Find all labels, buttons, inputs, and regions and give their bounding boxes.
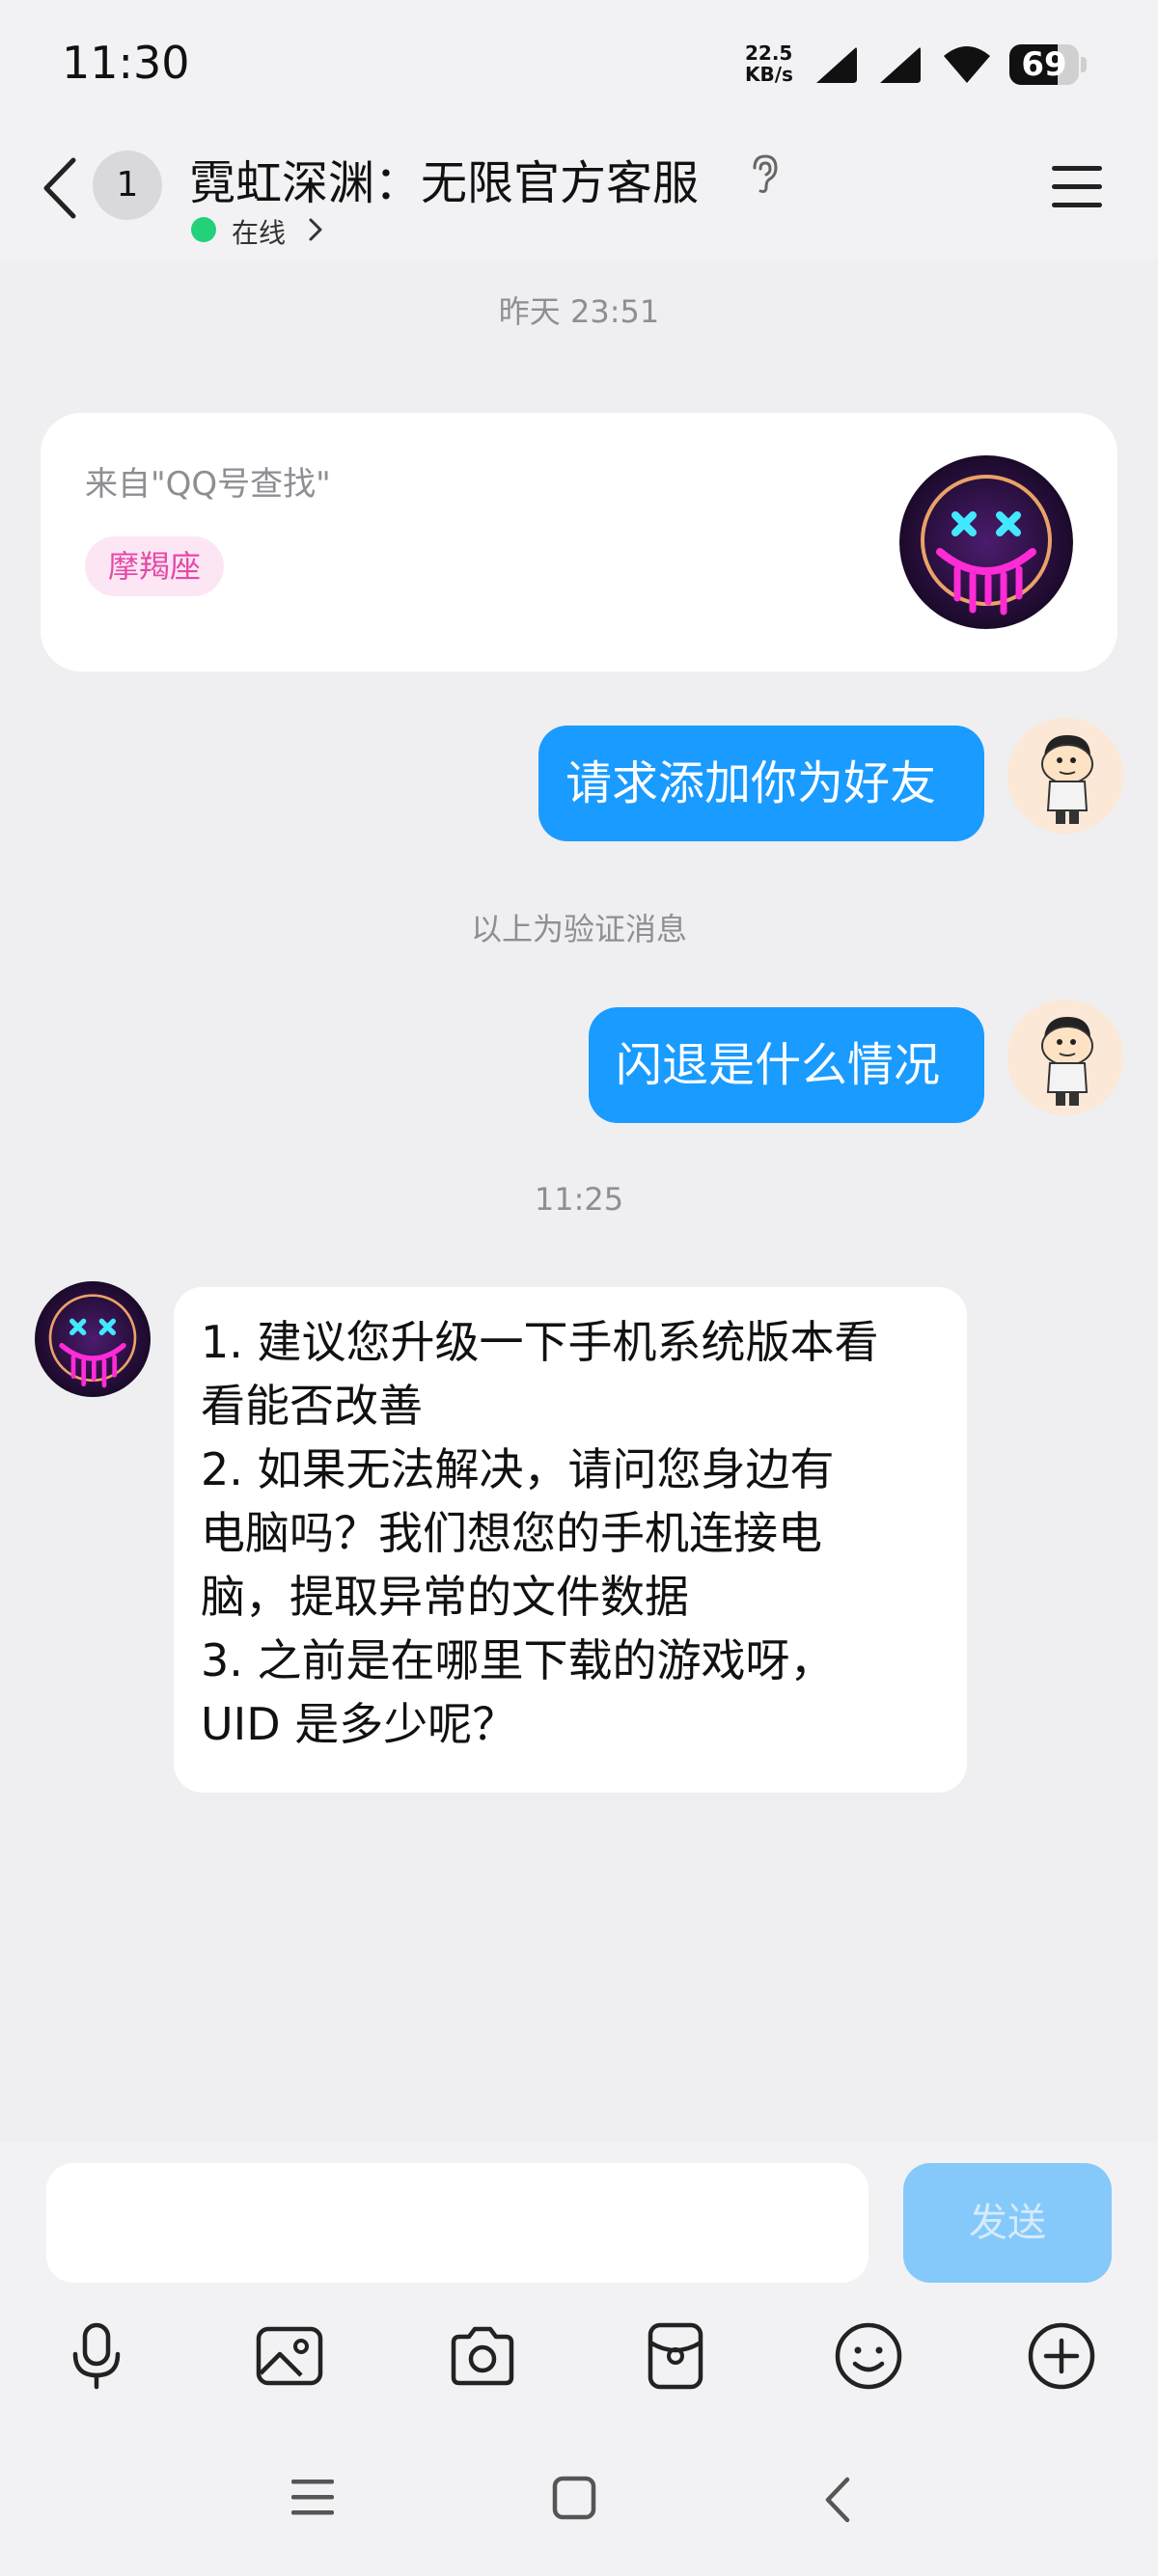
home-icon[interactable] (552, 2476, 596, 2520)
back-arrow-icon[interactable] (39, 154, 81, 222)
status-time: 11:30 (62, 37, 190, 89)
verification-note: 以上为验证消息 (470, 911, 687, 947)
message-line: 2. 如果无法解决，请问您身边有 (201, 1443, 835, 1495)
message-line: 电脑吗？我们想您的手机连接电 (201, 1507, 822, 1559)
signal-icon (880, 47, 921, 83)
chat-title[interactable]: 霓虹深渊：无限官方客服 (189, 145, 699, 212)
network-speed: 22.5 KB/s (745, 42, 805, 85)
incoming-message[interactable]: 1. 建议您升级一下手机系统版本看 看能否改善 2. 如果无法解决，请问您身边有… (174, 1287, 967, 1793)
chevron-right-icon[interactable] (307, 216, 324, 243)
red-packet-icon[interactable] (639, 2319, 712, 2393)
ear-icon (753, 154, 778, 193)
microphone-icon[interactable] (60, 2319, 133, 2393)
contact-avatar[interactable] (899, 455, 1073, 629)
outgoing-message[interactable]: 请求添加你为好友 (538, 726, 984, 841)
image-icon[interactable] (253, 2319, 326, 2393)
message-line: 1. 建议您升级一下手机系统版本看 (201, 1316, 879, 1368)
add-icon[interactable] (1025, 2319, 1098, 2393)
send-button[interactable]: 发送 (903, 2163, 1112, 2283)
my-avatar[interactable] (1007, 718, 1123, 834)
menu-icon[interactable] (1050, 164, 1104, 210)
card-source-text: 来自"QQ号查找" (85, 465, 331, 504)
message-line: UID 是多少呢？ (201, 1698, 517, 1750)
signal-icon (816, 47, 857, 83)
recent-apps-icon[interactable] (290, 2478, 336, 2518)
battery-icon: 69 (1009, 44, 1087, 85)
message-line: 看能否改善 (201, 1380, 423, 1432)
network-speed-unit: KB/s (745, 63, 793, 86)
customer-service-avatar[interactable] (35, 1281, 151, 1397)
unread-count-badge[interactable]: 1 (93, 151, 162, 220)
battery-level: 69 (1021, 45, 1067, 84)
emoji-icon[interactable] (832, 2319, 905, 2393)
message-line: 3. 之前是在哪里下载的游戏呀， (201, 1634, 835, 1686)
online-status-text[interactable]: 在线 (232, 212, 286, 251)
message-input[interactable] (46, 2163, 868, 2283)
zodiac-tag: 摩羯座 (85, 536, 225, 596)
my-avatar[interactable] (1007, 1000, 1123, 1115)
online-status-dot (191, 217, 216, 242)
cartoon-boy-icon (1007, 1000, 1123, 1115)
outgoing-message[interactable]: 闪退是什么情况 (589, 1007, 984, 1123)
timestamp: 11:25 (534, 1181, 624, 1218)
camera-icon[interactable] (446, 2319, 519, 2393)
wifi-icon (944, 46, 990, 83)
back-icon[interactable] (822, 2476, 851, 2524)
network-speed-value: 22.5 (745, 41, 793, 65)
timestamp: 昨天 23:51 (498, 293, 660, 330)
message-line: 脑，提取异常的文件数据 (201, 1571, 689, 1623)
cartoon-boy-icon (1007, 718, 1123, 834)
